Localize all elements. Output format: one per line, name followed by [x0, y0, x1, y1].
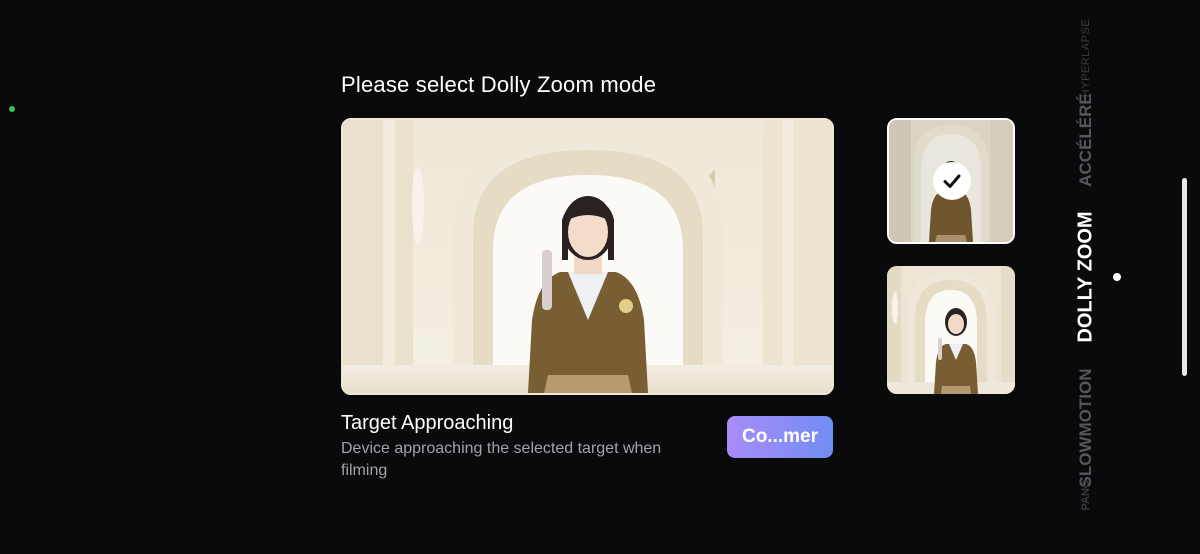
dialog-title: Please select Dolly Zoom mode: [341, 72, 657, 97]
status-indicator-dot: [9, 106, 15, 112]
camera-mode-rail: HYPERLAPSE ACCÉLÉRÉ DOLLY ZOOM SLOWMOTIO…: [1060, 19, 1110, 520]
start-button[interactable]: Co...mer: [727, 416, 833, 458]
mode-preview-image: [341, 118, 834, 395]
mode-item-slowmotion[interactable]: SLOWMOTION: [1076, 369, 1096, 488]
mode-option-target-approaching[interactable]: [887, 118, 1015, 244]
mode-option-target-receding[interactable]: [887, 266, 1015, 394]
selected-mode-title: Target Approaching: [341, 412, 514, 434]
mode-item-accelere[interactable]: ACCÉLÉRÉ: [1076, 93, 1096, 187]
mode-item-dolly-zoom[interactable]: DOLLY ZOOM: [1075, 211, 1098, 342]
mode-item-pano[interactable]: PANO: [1080, 480, 1092, 511]
selected-check-badge: [933, 162, 971, 200]
scrollbar[interactable]: [1182, 178, 1187, 376]
active-mode-dot: [1113, 273, 1121, 281]
mode-item-hyperlapse[interactable]: HYPERLAPSE: [1080, 19, 1092, 97]
selected-mode-description: Device approaching the selected target w…: [341, 440, 662, 479]
check-icon: [941, 170, 963, 192]
